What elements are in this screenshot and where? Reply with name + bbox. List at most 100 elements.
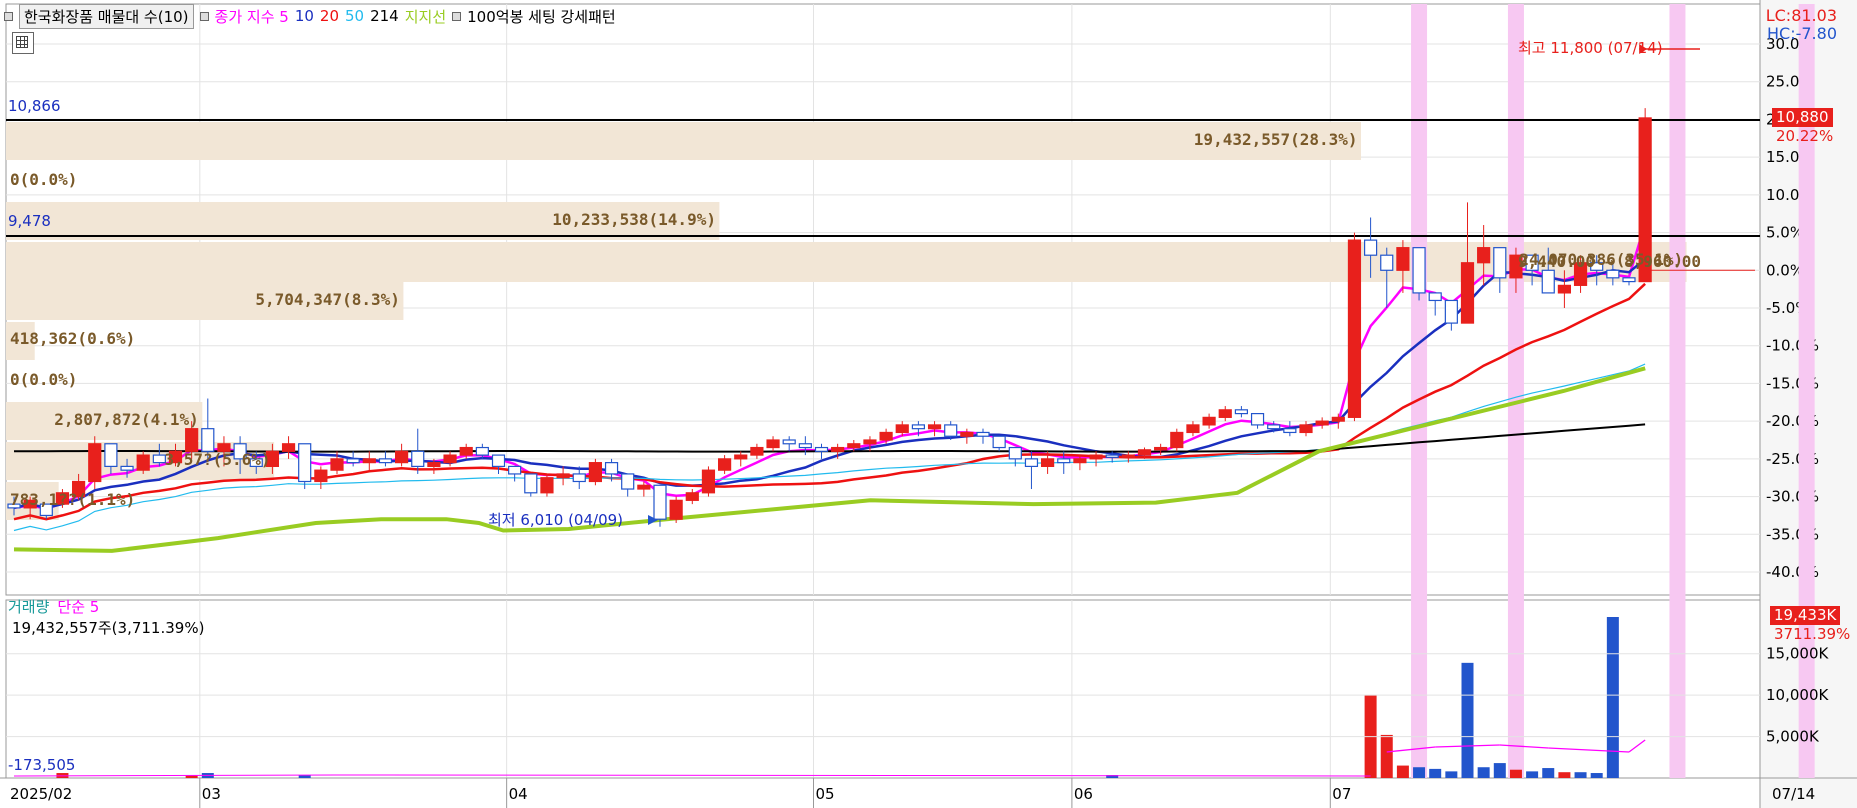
candle-body — [427, 462, 441, 467]
candle-body — [1202, 416, 1216, 426]
lc-value: LC:81.03 — [1765, 6, 1837, 25]
candle-body — [572, 473, 586, 483]
candle-body — [637, 484, 651, 490]
y-tick-label: 0.0% — [1766, 261, 1804, 279]
candle-body — [1428, 292, 1442, 302]
candle-body — [459, 446, 473, 456]
candle-body — [1073, 458, 1087, 464]
volume-tick-label: 15,000K — [1766, 645, 1829, 663]
volume-tag-pct: 3711.39% — [1774, 625, 1851, 643]
candle-body — [1250, 413, 1265, 426]
candle-body — [879, 431, 893, 441]
legend-ma50: 50 — [345, 7, 365, 25]
candle-body — [1412, 247, 1426, 294]
y-tick-label: 5.0% — [1766, 224, 1804, 242]
candle-body — [1089, 454, 1103, 460]
volume-current-text: 19,432,557주(3,711.39%) — [12, 619, 205, 637]
candle-body — [831, 446, 845, 452]
legend-ma-title[interactable]: 종가 지수 5 — [215, 6, 289, 27]
candle-body — [782, 439, 796, 445]
candle-body — [734, 454, 748, 460]
volume-profile-label: 5,704,347(8.3%) — [255, 290, 400, 309]
legend-setting[interactable]: 100억봉 세팅 강세패턴 — [467, 6, 616, 27]
candle-body — [1347, 239, 1362, 418]
volume-profile-label: 3,57?(5.6%) — [164, 450, 271, 469]
candle-body — [588, 462, 603, 483]
candle-body — [1267, 424, 1281, 430]
candle-body — [1040, 458, 1055, 468]
level-low-label: 9,478 — [8, 212, 51, 230]
volume-profile-label: 0(0.0%) — [10, 170, 78, 189]
volume-bar — [1445, 771, 1458, 778]
candle-body — [411, 450, 425, 468]
candle-body — [847, 443, 861, 449]
candle-body — [1154, 446, 1168, 451]
candle-body — [524, 473, 538, 494]
volume-profile-label: 783,1??(1.1%) — [10, 490, 136, 509]
candle-body — [863, 439, 877, 445]
volume-profile-label: 0(0.0%) — [10, 370, 78, 389]
candle-body — [1622, 277, 1636, 283]
candle-body — [717, 458, 732, 471]
candle-body — [1105, 454, 1119, 458]
candle-body — [491, 454, 506, 468]
volume-ma-label[interactable]: 단순 5 — [57, 596, 99, 617]
volume-tick-label: 10,000K — [1766, 686, 1829, 704]
candle-body — [1315, 420, 1329, 426]
volume-profile-bar — [6, 242, 1687, 282]
candle-body — [895, 424, 909, 434]
ma-toggle-icon[interactable] — [199, 11, 209, 21]
legend-ma214: 214 — [370, 7, 399, 25]
volume-legend: 거래량 단순 5 — [8, 596, 99, 617]
candle-body — [992, 435, 1006, 449]
candle-body — [814, 446, 829, 452]
legend-title[interactable]: 한국화장품 매물대 수(10) — [19, 3, 194, 29]
candle-body — [1444, 299, 1458, 324]
candle-body — [976, 431, 990, 437]
candle-body — [540, 477, 554, 494]
candle-body — [1299, 424, 1313, 434]
high-annotation: 최고 11,800 (07/14) — [1518, 39, 1663, 57]
volume-bottom-value: -173,505 — [8, 756, 76, 774]
candle-body — [1170, 431, 1184, 449]
chart-background — [0, 0, 1857, 808]
candle-body — [960, 431, 974, 437]
candle-body — [1283, 428, 1297, 434]
candle-body — [201, 428, 215, 452]
candle-body — [766, 439, 780, 449]
x-axis-label: 04 — [509, 785, 528, 803]
current-pct-label: 20.22% — [1776, 127, 1834, 145]
candle-body — [1557, 284, 1572, 294]
candle-body — [395, 450, 409, 464]
setting-toggle-icon[interactable] — [452, 11, 462, 21]
volume-bar — [1477, 767, 1490, 778]
volume-profile-label: 418,362(0.6%) — [10, 329, 136, 348]
candle-body — [1363, 239, 1378, 256]
candle-body — [653, 484, 667, 520]
candle-body — [443, 454, 457, 464]
volume-bar — [1574, 772, 1587, 778]
candle-body — [1186, 424, 1200, 434]
candle-body — [362, 458, 376, 464]
candle-body — [475, 446, 489, 456]
x-axis-label: 07 — [1332, 785, 1351, 803]
volume-bar — [1413, 767, 1426, 778]
candle-body — [556, 473, 570, 479]
volume-title[interactable]: 거래량 — [8, 596, 49, 617]
chart-canvas: 30.0%25.0%20.0%15.0%10.0%5.0%0.0%-5.0%-1… — [0, 0, 1857, 808]
candle-body — [120, 465, 134, 471]
legend-ma10: 10 — [294, 7, 314, 25]
volume-bar — [1558, 772, 1571, 778]
candle-body — [1218, 409, 1232, 418]
candle-body — [88, 443, 102, 483]
legend-toggle-icon[interactable] — [4, 11, 13, 21]
candle-body — [508, 465, 522, 475]
candle-body — [1541, 269, 1555, 294]
candle-body — [750, 446, 764, 456]
candle-body — [927, 424, 942, 430]
candle-body — [701, 469, 716, 494]
candle-body — [104, 443, 118, 467]
volume-profile-label: 10,233,538(14.9%) — [552, 210, 716, 229]
grid-icon[interactable] — [12, 32, 34, 54]
candle-body — [911, 424, 926, 430]
